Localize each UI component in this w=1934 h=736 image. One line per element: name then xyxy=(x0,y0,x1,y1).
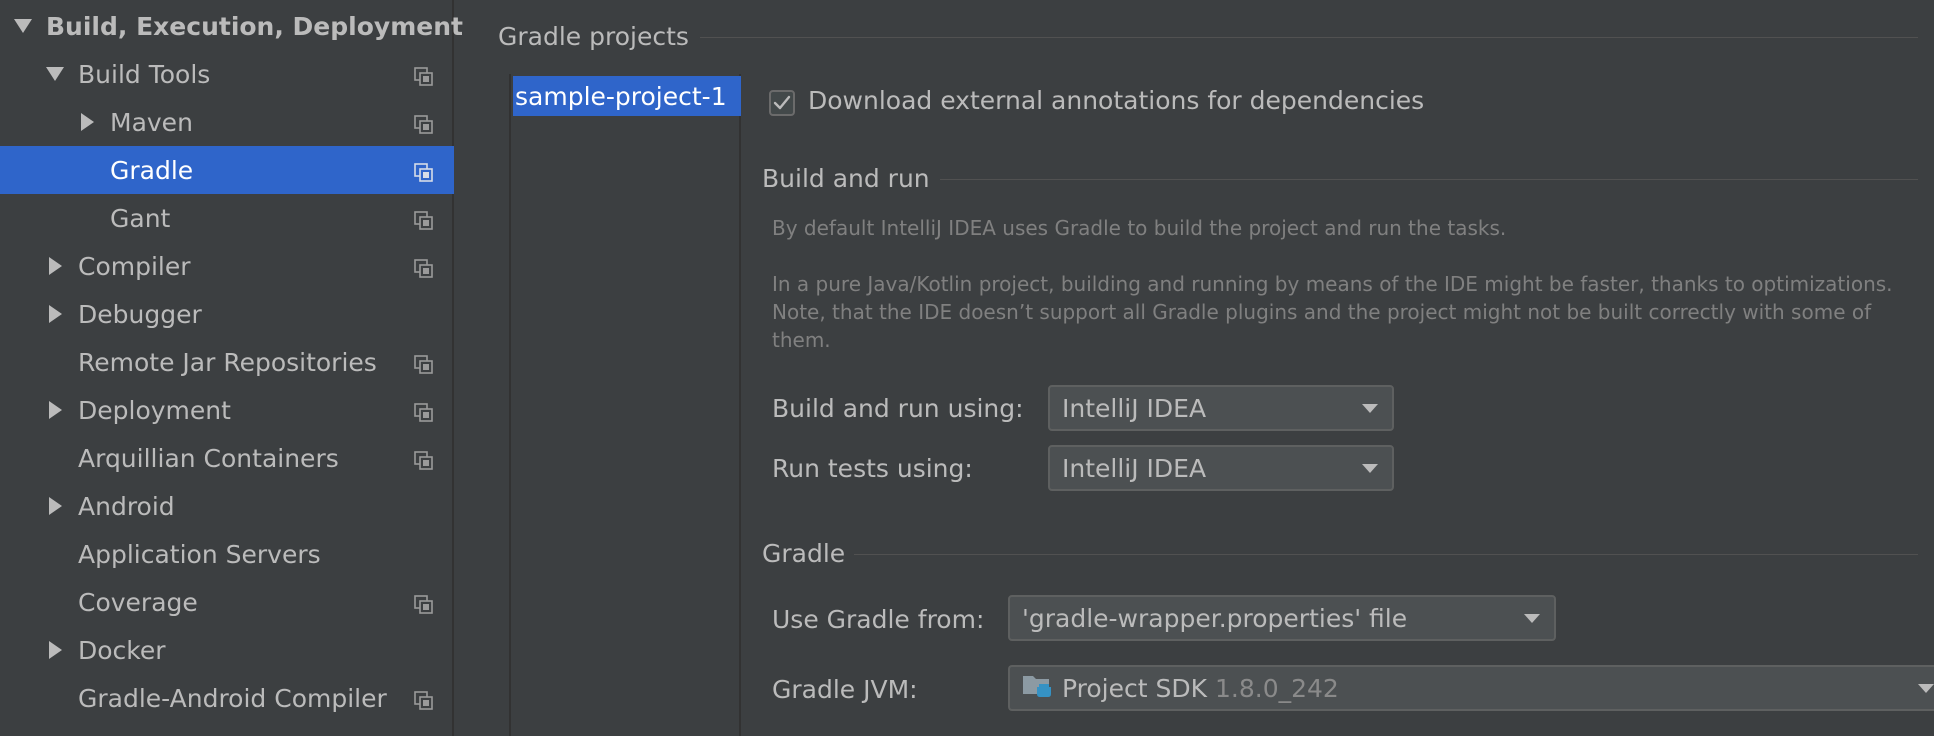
chevron-down-icon xyxy=(1362,464,1378,473)
use-gradle-from-label: Use Gradle from: xyxy=(772,605,985,634)
sidebar-item-label: Gradle xyxy=(110,155,194,185)
sidebar-item-android[interactable]: Android xyxy=(0,482,454,530)
download-annotations-checkbox[interactable] xyxy=(769,90,795,116)
sidebar-item-docker[interactable]: Docker xyxy=(0,626,454,674)
settings-tree: Build, Execution, Deployment Build Tools M… xyxy=(0,0,463,736)
sidebar-item-label: Debugger xyxy=(78,299,202,329)
project-item-sample-project-1[interactable]: sample-project-1 xyxy=(513,76,741,116)
checkmark-icon xyxy=(773,95,791,110)
sidebar-item-gradle[interactable]: Gradle xyxy=(0,146,454,194)
build-run-using-dropdown[interactable]: IntelliJ IDEA xyxy=(1048,385,1394,431)
build-and-run-title: Build and run xyxy=(762,164,930,193)
sidebar-item-label: Application Servers xyxy=(78,539,321,569)
run-tests-using-dropdown[interactable]: IntelliJ IDEA xyxy=(1048,445,1394,491)
sidebar-item-label: Maven xyxy=(110,107,193,137)
build-and-run-desc-1: By default IntelliJ IDEA uses Gradle to … xyxy=(772,216,1507,240)
collapse-arrow-icon[interactable] xyxy=(46,401,64,419)
gradle-projects-separator xyxy=(700,37,1918,38)
sidebar-item-compiler[interactable]: Compiler xyxy=(0,242,454,290)
gradle-section-title: Gradle xyxy=(762,539,846,568)
sdk-folder-icon xyxy=(1022,672,1052,704)
chevron-down-icon xyxy=(1362,404,1378,413)
collapse-arrow-icon[interactable] xyxy=(46,497,64,515)
collapse-arrow-icon[interactable] xyxy=(46,305,64,323)
gradle-jvm-version: 1.8.0_242 xyxy=(1215,673,1339,703)
sidebar-item-label: Coverage xyxy=(78,587,198,617)
sidebar-item-arquillian-containers[interactable]: Arquillian Containers xyxy=(0,434,454,482)
project-level-settings-icon xyxy=(414,448,434,470)
gradle-jvm-dropdown[interactable]: Project SDK 1.8.0_242 xyxy=(1008,665,1934,711)
project-level-settings-icon xyxy=(414,208,434,230)
build-and-run-desc-3: Note, that the IDE doesn’t support all G… xyxy=(772,300,1872,324)
build-and-run-desc-2: In a pure Java/Kotlin project, building … xyxy=(772,272,1893,296)
sidebar-item-maven[interactable]: Maven xyxy=(0,98,454,146)
sidebar-item-gant[interactable]: Gant xyxy=(0,194,454,242)
use-gradle-from-value: 'gradle-wrapper.properties' file xyxy=(1022,603,1408,633)
sidebar-item-gradle-android-compiler[interactable]: Gradle-Android Compiler xyxy=(0,674,454,722)
sidebar-item-build-tools[interactable]: Build Tools xyxy=(0,50,454,98)
project-level-settings-icon xyxy=(414,256,434,278)
collapse-arrow-icon[interactable] xyxy=(46,257,64,275)
use-gradle-from-dropdown[interactable]: 'gradle-wrapper.properties' file xyxy=(1008,595,1556,641)
run-tests-using-value: IntelliJ IDEA xyxy=(1062,453,1207,483)
project-level-settings-icon xyxy=(414,592,434,614)
sidebar-item-debugger[interactable]: Debugger xyxy=(0,290,454,338)
sidebar-item-deployment[interactable]: Deployment xyxy=(0,386,454,434)
project-level-settings-icon xyxy=(414,64,434,86)
sidebar-item-label: Arquillian Containers xyxy=(78,443,339,473)
project-level-settings-icon xyxy=(414,688,434,710)
sidebar-item-label: Remote Jar Repositories xyxy=(78,347,377,377)
collapse-arrow-icon[interactable] xyxy=(78,113,96,131)
project-level-settings-icon xyxy=(414,400,434,422)
sidebar-item-label: Android xyxy=(78,491,175,521)
gradle-projects-title: Gradle projects xyxy=(498,22,689,51)
chevron-down-icon xyxy=(1918,684,1934,693)
sidebar-item-coverage[interactable]: Coverage xyxy=(0,578,454,626)
download-annotations-label[interactable]: Download external annotations for depend… xyxy=(808,86,1424,115)
sidebar-item-label: Docker xyxy=(78,635,166,665)
project-level-settings-icon xyxy=(414,112,434,134)
sidebar-item-label: Build Tools xyxy=(78,59,211,89)
sidebar-item-build-execution-deployment[interactable]: Build, Execution, Deployment xyxy=(0,2,463,50)
build-run-using-value: IntelliJ IDEA xyxy=(1062,393,1207,423)
sidebar-item-label: Build, Execution, Deployment xyxy=(46,11,463,41)
expand-arrow-icon[interactable] xyxy=(14,17,32,35)
expand-arrow-icon[interactable] xyxy=(46,65,64,83)
build-and-run-desc-4: them. xyxy=(772,328,831,352)
project-level-settings-icon xyxy=(414,352,434,374)
sidebar-item-application-servers[interactable]: Application Servers xyxy=(0,530,454,578)
sidebar-item-label: Compiler xyxy=(78,251,191,281)
gradle-jvm-value: Project SDK xyxy=(1062,673,1207,703)
run-tests-using-label: Run tests using: xyxy=(772,454,973,483)
chevron-down-icon xyxy=(1524,614,1540,623)
gradle-jvm-label: Gradle JVM: xyxy=(772,675,918,704)
build-and-run-separator xyxy=(940,179,1918,180)
sidebar-item-remote-jar-repositories[interactable]: Remote Jar Repositories xyxy=(0,338,454,386)
settings-window: Build, Execution, Deployment Build Tools M… xyxy=(0,0,1934,736)
collapse-arrow-icon[interactable] xyxy=(46,641,64,659)
sidebar-item-label: Deployment xyxy=(78,395,231,425)
sidebar-item-label: Gradle-Android Compiler xyxy=(78,683,387,713)
project-list: sample-project-1 xyxy=(509,74,741,736)
sidebar-item-label: Gant xyxy=(110,203,171,233)
project-level-settings-icon xyxy=(414,160,434,182)
gradle-section-separator xyxy=(854,554,1918,555)
build-run-using-label: Build and run using: xyxy=(772,394,1024,423)
